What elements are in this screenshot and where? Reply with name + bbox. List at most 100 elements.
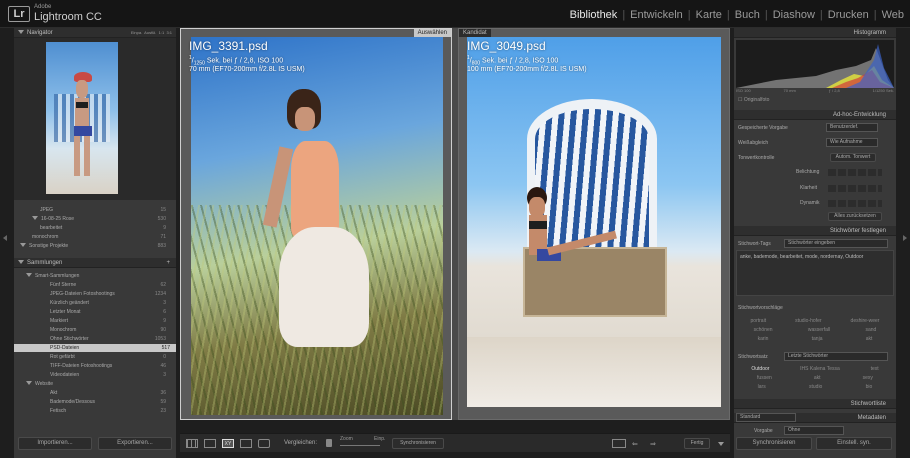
- candidate-pane[interactable]: Kandidat IMG_3049.psd 1/800 Sek. bei ƒ /…: [458, 28, 730, 420]
- folder-item[interactable]: 16-08-25 Rose 530: [32, 215, 172, 223]
- module-web[interactable]: Web: [882, 9, 904, 21]
- collection-item[interactable]: Fetisch 23: [50, 407, 172, 415]
- compare-view-icon[interactable]: XY: [222, 439, 234, 448]
- reset-all-button[interactable]: Alles zurücksetzen: [828, 212, 882, 221]
- collection-item[interactable]: Bademode/Dessous 59: [50, 398, 172, 406]
- arrow-left-icon[interactable]: ⇐: [632, 440, 638, 448]
- nav-fit[interactable]: Einpa.: [131, 30, 142, 35]
- wb-select[interactable]: Wie Aufnahme: [826, 138, 878, 147]
- collection-item[interactable]: JPEG-Dateien Fotoshootings 1234: [50, 290, 172, 298]
- collection-item[interactable]: Ohne Stichwörter 1053: [50, 335, 172, 343]
- compare-view: Auswählen IMG_3391.psd 1/1250 Sek. bei ƒ…: [180, 28, 730, 420]
- original-photo-checkbox[interactable]: ☐ Originalfoto: [738, 97, 769, 103]
- export-button[interactable]: Exportieren...: [98, 437, 172, 450]
- navigator-preview: [14, 38, 176, 200]
- sync-compare-button[interactable]: Synchronisieren: [392, 438, 444, 449]
- module-book[interactable]: Buch: [735, 9, 760, 21]
- sync-metadata-button[interactable]: Synchronisieren: [736, 437, 812, 450]
- keywording-header[interactable]: Stichwörter festlegen: [734, 226, 896, 236]
- collection-item[interactable]: Website: [26, 380, 172, 388]
- navigator-thumbnail[interactable]: [46, 42, 118, 194]
- import-button[interactable]: Importieren...: [18, 437, 92, 450]
- collection-item[interactable]: Markiert 9: [50, 317, 172, 325]
- folder-item[interactable]: Sonstige Projekte 883: [20, 242, 172, 250]
- select-exposure: 1/1250 Sek. bei ƒ / 2,8, ISO 100: [189, 55, 284, 67]
- nav-fill[interactable]: Ausfül.: [144, 30, 156, 35]
- collection-item[interactable]: Letzter Monat 6: [50, 308, 172, 316]
- right-panel: Histogramm ISO 100 70 mm ƒ / 2,8 1/1250 Sek…: [734, 28, 896, 458]
- collection-item[interactable]: Kürzlich geändert 3: [50, 299, 172, 307]
- histogram-header[interactable]: Histogramm: [734, 28, 896, 38]
- collections-header[interactable]: Sammlungen +: [14, 258, 176, 268]
- module-picker: Bibliothek | Entwickeln | Karte | Buch | Dia…: [569, 9, 904, 21]
- folder-item[interactable]: JPEG 15: [40, 206, 172, 214]
- chevron-down-icon[interactable]: [718, 442, 724, 446]
- loupe-view-icon[interactable]: [204, 439, 216, 448]
- sync-settings-button[interactable]: Einstell. syn.: [816, 437, 892, 450]
- keyword-set-row[interactable]: fussen akt sexy: [736, 375, 894, 381]
- keyword-set-row[interactable]: Outdoor IHS Kalena Tessa text: [736, 366, 894, 372]
- keywords-textarea[interactable]: anke, bademode, bearbeitet, mode, norder…: [736, 250, 894, 296]
- keyword-set-label: Stichwortsatz: [738, 354, 768, 360]
- clarity-steppers[interactable]: [828, 185, 882, 192]
- vibrance-steppers[interactable]: [828, 200, 882, 207]
- toolbar: XY Vergleichen: Zoom Einp. Synchronisier…: [180, 433, 730, 452]
- histogram-graph: [736, 40, 894, 88]
- folder-item[interactable]: bearbeitet 9: [40, 224, 172, 232]
- add-collection-icon[interactable]: +: [166, 258, 170, 268]
- exposure-steppers[interactable]: [828, 169, 882, 176]
- keyword-set-select[interactable]: Letzte Stichwörter: [784, 352, 888, 361]
- right-panel-toggle-icon[interactable]: [903, 235, 907, 241]
- survey-view-icon[interactable]: [240, 439, 252, 448]
- select-pane[interactable]: Auswählen IMG_3391.psd 1/1250 Sek. bei ƒ…: [180, 28, 452, 420]
- collection-item[interactable]: Akt 36: [50, 389, 172, 397]
- folder-item[interactable]: monochrom 71: [32, 233, 172, 241]
- nav-3-1[interactable]: 3:1: [166, 30, 172, 35]
- grid-view-icon[interactable]: [186, 439, 198, 448]
- collection-item[interactable]: Rot gefärbt 0: [50, 353, 172, 361]
- metadata-header[interactable]: Standard Metadaten: [734, 413, 896, 423]
- keyword-set-row[interactable]: lars studio bio: [736, 384, 894, 390]
- lock-icon[interactable]: [326, 439, 332, 447]
- collection-item[interactable]: TIFF-Dateien Fotoshootings 46: [50, 362, 172, 370]
- candidate-photo: [467, 37, 721, 407]
- collection-item[interactable]: Monochrom 90: [50, 326, 172, 334]
- suggestion-row[interactable]: portrait studio-hofer deshire-weer: [736, 318, 894, 324]
- module-map[interactable]: Karte: [696, 9, 722, 21]
- metadata-vorgabe-select[interactable]: Ohne: [784, 426, 844, 435]
- candidate-tag: Kandidat: [459, 29, 491, 37]
- module-print[interactable]: Drucken: [828, 9, 869, 21]
- auto-tone-button[interactable]: Autom. Tonwert: [830, 153, 876, 162]
- zoom-slider[interactable]: [340, 445, 380, 446]
- done-button[interactable]: Fertig: [684, 438, 710, 449]
- module-slideshow[interactable]: Diashow: [773, 9, 815, 21]
- module-bar: Lr Adobe Lightroom CC Bibliothek | Entwic…: [0, 0, 910, 28]
- metadata-preset-select[interactable]: Standard: [736, 413, 796, 422]
- preset-select[interactable]: Benutzerdef.: [826, 123, 878, 132]
- navigator-title: Navigator: [27, 30, 53, 36]
- candidate-lens: 100 mm (EF70-200mm f/2.8L IS USM): [467, 66, 587, 73]
- keyword-tags-select[interactable]: Stichwörter eingeben: [784, 239, 888, 248]
- suggestion-row[interactable]: karin tanja akt: [736, 336, 894, 342]
- module-library[interactable]: Bibliothek: [570, 9, 618, 21]
- swap-icon[interactable]: [612, 439, 626, 448]
- suggestions-label: Stichwortvorschläge: [738, 305, 783, 311]
- collection-item[interactable]: Videodateien 3: [50, 371, 172, 379]
- suggestion-row[interactable]: schönen wasserfall sand: [736, 327, 894, 333]
- collection-item[interactable]: Fünf Sterne 62: [50, 281, 172, 289]
- nav-1-1[interactable]: 1:1: [159, 30, 165, 35]
- module-develop[interactable]: Entwickeln: [630, 9, 683, 21]
- collection-item[interactable]: Smart-Sammlungen: [26, 272, 172, 280]
- people-view-icon[interactable]: [258, 439, 270, 448]
- histogram-info: ISO 100 70 mm ƒ / 2,8 1/1250 Sek.: [736, 88, 894, 93]
- keyword-list-header[interactable]: Stichwortliste: [734, 399, 896, 409]
- left-panel-toggle-icon[interactable]: [3, 235, 7, 241]
- candidate-filename: IMG_3049.psd: [467, 39, 546, 53]
- collection-item-selected[interactable]: PSD-Dateien 517: [14, 344, 176, 352]
- arrow-right-icon[interactable]: ⇒: [650, 440, 656, 448]
- fit-label: Einp.: [374, 436, 386, 442]
- select-photo: [191, 37, 443, 415]
- quick-develop-header[interactable]: Ad-hoc-Entwicklung: [734, 110, 896, 120]
- navigator-header[interactable]: Navigator Einpa. Ausfül. 1:1 3:1: [14, 28, 176, 38]
- keyword-tags-label: Stichwort-Tags: [738, 241, 771, 247]
